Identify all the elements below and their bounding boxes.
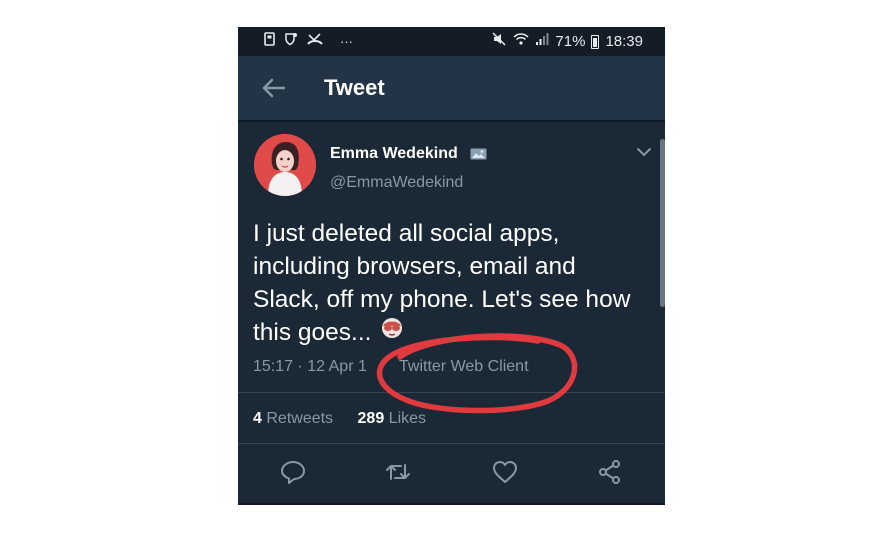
missed-call-icon <box>307 32 323 51</box>
back-arrow-icon[interactable] <box>260 76 286 100</box>
share-icon[interactable] <box>596 459 624 485</box>
tweet-line: I just deleted all social apps, <box>253 220 560 247</box>
battery-percent: 71% <box>555 33 586 50</box>
like-icon[interactable] <box>491 459 519 485</box>
author-handle[interactable]: @EmmaWedekind <box>330 174 463 192</box>
tweet-stats: 4 Retweets 289 Likes <box>253 410 426 428</box>
divider <box>238 503 665 505</box>
signal-icon <box>535 32 549 51</box>
retweets-label: Retweets <box>266 410 334 427</box>
avatar[interactable] <box>254 134 316 196</box>
divider <box>238 392 665 393</box>
battery-icon <box>591 34 600 49</box>
tweet-text: I just deleted all social apps, includin… <box>253 217 653 349</box>
page-title: Tweet <box>324 75 385 100</box>
divider <box>238 120 665 122</box>
scrollbar[interactable] <box>660 139 665 307</box>
chevron-down-icon[interactable] <box>636 145 652 157</box>
see-no-evil-emoji-icon <box>379 316 405 349</box>
storage-icon <box>264 32 275 51</box>
header-bar: Tweet <box>238 56 665 120</box>
tweet-timestamp: 15:17 · 12 Apr 1 <box>253 358 367 375</box>
more-notifications: ··· <box>340 33 353 49</box>
status-bar: ··· 71% 18:39 <box>238 27 665 56</box>
wifi-icon <box>513 32 529 51</box>
likes-label: Likes <box>388 410 427 427</box>
author-name[interactable]: Emma Wedekind <box>330 145 458 163</box>
tweet-line: Slack, off my phone. Let's see how <box>253 286 631 313</box>
likes-stat[interactable]: 289 Likes <box>358 410 427 427</box>
retweet-icon[interactable] <box>384 459 412 485</box>
tweet-source-link[interactable]: Twitter Web Client <box>399 358 529 376</box>
tweet-line: this goes... <box>253 319 372 346</box>
divider <box>238 443 665 444</box>
image-emoji-icon <box>470 147 487 161</box>
mute-icon <box>492 32 507 51</box>
retweets-stat[interactable]: 4 Retweets <box>253 410 333 427</box>
tweet-line: including browsers, email and <box>253 253 576 280</box>
reply-icon[interactable] <box>279 459 307 485</box>
likes-count: 289 <box>357 410 385 427</box>
retweets-count: 4 <box>253 410 262 427</box>
clock: 18:39 <box>605 33 643 50</box>
shield-icon <box>284 32 298 51</box>
phone-screen: ··· 71% 18:39 Tweet Emma Wedekind @EmmaW… <box>238 27 665 505</box>
